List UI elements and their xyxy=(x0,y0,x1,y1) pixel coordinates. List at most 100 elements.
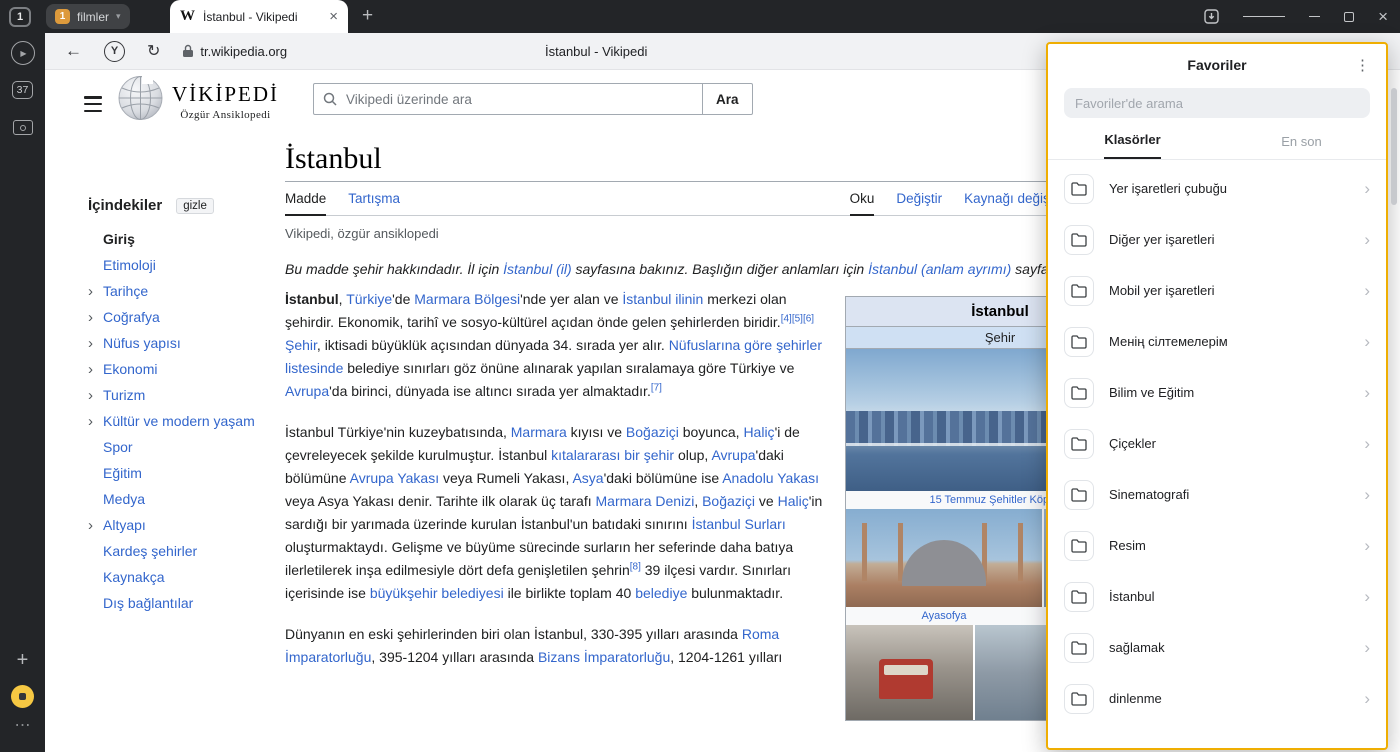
article-tab-oku[interactable]: Oku xyxy=(850,191,875,216)
reference-link[interactable]: [6] xyxy=(803,313,814,324)
expand-chevron-icon[interactable]: › xyxy=(88,336,103,351)
article-tab-tartışma[interactable]: Tartışma xyxy=(348,191,400,215)
reference-link[interactable]: [7] xyxy=(651,382,662,393)
toc-item[interactable]: Spor xyxy=(88,434,285,460)
window-minimize-button[interactable] xyxy=(1309,16,1320,18)
wiki-link[interactable]: belediye xyxy=(635,585,687,601)
wiki-link[interactable]: Avrupa Yakası xyxy=(350,470,440,486)
expand-chevron-icon[interactable]: › xyxy=(88,518,103,533)
toc-item[interactable]: Etimoloji xyxy=(88,252,285,278)
rail-add-icon[interactable]: + xyxy=(0,649,45,672)
window-close-button[interactable]: × xyxy=(1378,8,1388,25)
toc-hide-button[interactable]: gizle xyxy=(176,198,214,214)
wiki-link[interactable]: Türkiye xyxy=(346,291,392,307)
reference-link[interactable]: [4] xyxy=(781,313,792,324)
favorites-folder-row[interactable]: İstanbul › xyxy=(1048,571,1386,622)
wiki-link[interactable]: Anadolu Yakası xyxy=(722,470,819,486)
expand-chevron-icon[interactable]: › xyxy=(88,284,103,299)
wiki-search-input[interactable] xyxy=(346,92,694,107)
wiki-link[interactable]: Haliç xyxy=(778,493,809,509)
favorites-folder-row[interactable]: Bilim ve Eğitim › xyxy=(1048,367,1386,418)
favorites-folder-row[interactable]: Mobil yer işaretleri › xyxy=(1048,265,1386,316)
favorites-folder-row[interactable]: Resim › xyxy=(1048,520,1386,571)
wiki-link[interactable]: kıtalararası bir şehir xyxy=(551,447,674,463)
toc-item[interactable]: Kardeş şehirler xyxy=(88,538,285,564)
expand-chevron-icon[interactable]: › xyxy=(88,388,103,403)
wiki-link[interactable]: İstanbul ilinin xyxy=(622,291,703,307)
scrollbar-thumb[interactable] xyxy=(1391,88,1397,205)
wiki-link[interactable]: Boğaziçi xyxy=(702,493,755,509)
toc-item[interactable]: Dış bağlantılar xyxy=(88,590,285,616)
tab-group-filmler[interactable]: 1 filmler ▾ xyxy=(46,4,130,29)
favorites-tab-folders[interactable]: Klasörler xyxy=(1048,120,1217,159)
wiki-link[interactable]: Asya xyxy=(572,470,603,486)
infobox-image-tram[interactable] xyxy=(846,625,973,720)
kebab-menu-icon[interactable]: ⋮ xyxy=(1355,56,1370,74)
expand-chevron-icon[interactable]: › xyxy=(88,362,103,377)
expand-chevron-icon[interactable]: › xyxy=(88,414,103,429)
screenshot-camera-icon[interactable] xyxy=(0,120,45,135)
favorites-folder-row[interactable]: Çiçekler › xyxy=(1048,418,1386,469)
wiki-link[interactable]: Haliç xyxy=(743,424,774,440)
infobox-caption-ayasofya[interactable]: Ayasofya xyxy=(846,610,1042,622)
window-maximize-button[interactable] xyxy=(1344,12,1354,22)
favorites-folder-row[interactable]: Yer işaretleri çubuğu › xyxy=(1048,163,1386,214)
toc-item[interactable]: Eğitim xyxy=(88,460,285,486)
wiki-link[interactable]: Şehir xyxy=(285,337,317,353)
wiki-link[interactable]: büyükşehir belediyesi xyxy=(370,585,504,601)
favorites-folder-row[interactable]: Менің сілтемелерім › xyxy=(1048,316,1386,367)
wiki-link[interactable]: Marmara Denizi xyxy=(596,493,695,509)
favorites-folder-row[interactable]: dinlenme › xyxy=(1048,673,1386,724)
wiki-link[interactable]: Bizans İmparatorluğu xyxy=(538,649,670,665)
favorites-search-box[interactable] xyxy=(1064,88,1370,118)
favorites-search-input[interactable] xyxy=(1075,96,1359,111)
back-button[interactable]: ← xyxy=(65,41,82,61)
toc-item[interactable]: Kaynakça xyxy=(88,564,285,590)
wiki-menu-icon[interactable] xyxy=(84,92,102,116)
favorites-folder-row[interactable]: sağlamak › xyxy=(1048,622,1386,673)
toc-item[interactable]: Giriş xyxy=(88,226,285,252)
toc-item[interactable]: ›Coğrafya xyxy=(88,304,285,330)
infobox-image-ayasofya[interactable] xyxy=(846,509,1042,607)
wiki-link[interactable]: Avrupa xyxy=(285,383,329,399)
wiki-search-box[interactable] xyxy=(313,83,703,115)
browser-menu-icon[interactable] xyxy=(1243,13,1285,21)
toc-item[interactable]: Medya xyxy=(88,486,285,512)
toc-item[interactable]: ›Turizm xyxy=(88,382,285,408)
wiki-wordmark[interactable]: VİKİPEDİ Özgür Ansiklopedi xyxy=(172,82,279,121)
wiki-search-button[interactable]: Ara xyxy=(703,83,753,115)
wiki-link[interactable]: Boğaziçi xyxy=(626,424,679,440)
toc-item[interactable]: ›Tarihçe xyxy=(88,278,285,304)
toc-item[interactable]: ›Nüfus yapısı xyxy=(88,330,285,356)
wikipedia-logo[interactable] xyxy=(117,74,164,121)
address-bar[interactable]: tr.wikipedia.org xyxy=(182,44,287,59)
toc-item[interactable]: ›Kültür ve modern yaşam xyxy=(88,408,285,434)
wiki-link[interactable]: Avrupa xyxy=(711,447,755,463)
rail-more-icon[interactable]: ⋯ xyxy=(0,715,45,735)
toc-item[interactable]: ›Ekonomi xyxy=(88,356,285,382)
notification-count-badge[interactable]: 37 xyxy=(0,81,45,99)
media-play-icon[interactable]: ▶ xyxy=(0,41,45,65)
tab-counter-badge[interactable]: 1 xyxy=(9,7,31,27)
wiki-link[interactable]: İstanbul (anlam ayrımı) xyxy=(868,261,1011,277)
new-tab-button[interactable]: + xyxy=(362,6,373,25)
wiki-link[interactable]: İstanbul (il) xyxy=(503,261,571,277)
favorites-folder-row[interactable]: Sinematografi › xyxy=(1048,469,1386,520)
article-tab-değiştir[interactable]: Değiştir xyxy=(896,191,942,215)
reference-link[interactable]: [5] xyxy=(792,313,803,324)
favorites-folder-row[interactable]: Diğer yer işaretleri › xyxy=(1048,214,1386,265)
refresh-button[interactable]: ↻ xyxy=(147,41,160,61)
downloads-panel-icon[interactable] xyxy=(1204,9,1219,24)
expand-chevron-icon[interactable]: › xyxy=(88,310,103,325)
tab-close-icon[interactable]: × xyxy=(329,9,338,24)
yandex-icon[interactable]: Y xyxy=(104,41,125,62)
favorites-tab-recent[interactable]: En son xyxy=(1217,120,1386,159)
wiki-link[interactable]: İstanbul Surları xyxy=(692,516,786,532)
article-tab-madde[interactable]: Madde xyxy=(285,191,326,216)
reference-link[interactable]: [8] xyxy=(630,561,641,572)
wiki-link[interactable]: Marmara xyxy=(511,424,567,440)
toc-item[interactable]: ›Altyapı xyxy=(88,512,285,538)
active-tab[interactable]: W İstanbul - Vikipedi × xyxy=(170,0,348,33)
chevron-down-icon[interactable]: ▾ xyxy=(116,11,121,22)
assistant-icon[interactable] xyxy=(0,685,45,708)
